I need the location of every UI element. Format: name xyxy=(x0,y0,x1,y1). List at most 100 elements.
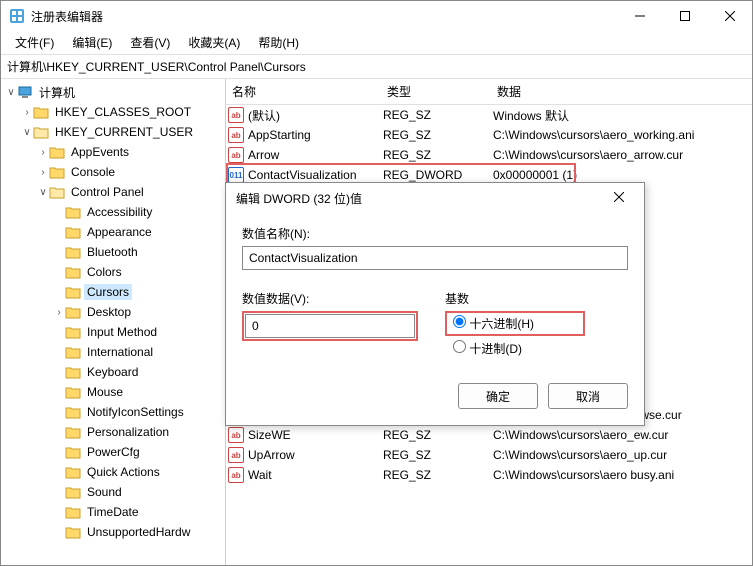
tree-item-label: Cursors xyxy=(84,284,132,300)
expand-icon[interactable]: ∨ xyxy=(21,127,33,138)
menu-file[interactable]: 文件(F) xyxy=(7,32,62,53)
tree-item-label: UnsupportedHardw xyxy=(84,524,193,540)
tree-item[interactable]: Appearance xyxy=(1,222,225,242)
tree-item[interactable]: Colors xyxy=(1,262,225,282)
tree-item-label: Control Panel xyxy=(68,184,147,200)
tree-item[interactable]: Accessibility xyxy=(1,202,225,222)
dialog-titlebar[interactable]: 编辑 DWORD (32 位)值 xyxy=(226,183,644,213)
menu-view[interactable]: 查看(V) xyxy=(122,32,178,53)
tree-item[interactable]: PowerCfg xyxy=(1,442,225,462)
value-name-label: 数值名称(N): xyxy=(242,225,628,242)
value-type-icon: 011 xyxy=(228,167,244,183)
menu-favorites[interactable]: 收藏夹(A) xyxy=(180,32,248,53)
radio-hex-input[interactable] xyxy=(453,315,466,328)
column-name[interactable]: 名称 xyxy=(226,79,381,104)
value-name: AppStarting xyxy=(248,128,311,142)
value-name-input[interactable] xyxy=(242,246,628,270)
tree-item[interactable]: Sound xyxy=(1,482,225,502)
titlebar[interactable]: 注册表编辑器 xyxy=(1,1,752,31)
menu-edit[interactable]: 编辑(E) xyxy=(64,32,120,53)
column-data[interactable]: 数据 xyxy=(491,79,752,104)
value-data: C:\Windows\cursors\aero_arrow.cur xyxy=(493,148,752,162)
tree-item[interactable]: › Console xyxy=(1,162,225,182)
radio-hex[interactable]: 十六进制(H) xyxy=(453,317,534,331)
tree-item[interactable]: › HKEY_CLASSES_ROOT xyxy=(1,102,225,122)
tree-item[interactable]: International xyxy=(1,342,225,362)
tree-item[interactable]: ∨ HKEY_CURRENT_USER xyxy=(1,122,225,142)
list-row[interactable]: ab Arrow REG_SZC:\Windows\cursors\aero_arr… xyxy=(226,145,752,165)
tree-item-label: Appearance xyxy=(84,224,155,240)
address-bar[interactable]: 计算机\HKEY_CURRENT_USER\Control Panel\Curs… xyxy=(1,55,752,79)
highlight-box-hex: 十六进制(H) xyxy=(445,311,585,336)
dialog-title: 编辑 DWORD (32 位)值 xyxy=(236,190,604,207)
tree-item[interactable]: Mouse xyxy=(1,382,225,402)
radio-dec-input[interactable] xyxy=(453,340,466,353)
app-icon xyxy=(9,8,25,24)
tree-item-label: Console xyxy=(68,164,118,180)
menu-help[interactable]: 帮助(H) xyxy=(250,32,307,53)
tree-item[interactable]: Keyboard xyxy=(1,362,225,382)
tree-item-label: Sound xyxy=(84,484,125,500)
tree-item[interactable]: ›Desktop xyxy=(1,302,225,322)
tree-item-label: Quick Actions xyxy=(84,464,163,480)
list-row[interactable]: ab(默认)REG_SZWindows 默认 xyxy=(226,105,752,125)
expand-icon[interactable]: ∨ xyxy=(5,87,17,98)
tree-item-label: HKEY_CURRENT_USER xyxy=(52,124,196,140)
dialog-close-button[interactable] xyxy=(604,191,634,205)
tree-item[interactable]: UnsupportedHardw xyxy=(1,522,225,542)
value-name: (默认) xyxy=(248,107,280,124)
expand-icon[interactable]: › xyxy=(37,167,49,178)
expand-icon[interactable]: › xyxy=(37,147,49,158)
edit-dword-dialog: 编辑 DWORD (32 位)值 数值名称(N): 数值数据(V): 基数 十六… xyxy=(225,182,645,426)
list-row[interactable]: abSizeWEREG_SZC:\Windows\cursors\aero_ew… xyxy=(226,425,752,445)
cancel-button[interactable]: 取消 xyxy=(548,383,628,409)
tree-item[interactable]: ∨计算机 xyxy=(1,82,225,102)
tree-item-label: AppEvents xyxy=(68,144,132,160)
tree-item[interactable]: ∨ Control Panel xyxy=(1,182,225,202)
tree-item[interactable]: Input Method xyxy=(1,322,225,342)
value-type-icon: ab xyxy=(228,427,244,443)
value-data: Windows 默认 xyxy=(493,107,752,124)
tree-pane[interactable]: ∨计算机 › HKEY_CLASSES_ROOT ∨ HKEY_CURRENT_USER… xyxy=(1,79,226,565)
tree-item-label: Mouse xyxy=(84,384,126,400)
list-row[interactable]: abAppStartingREG_SZC:\Windows\cursors\ae… xyxy=(226,125,752,145)
tree-item-label: Personalization xyxy=(84,424,172,440)
tree-item[interactable]: Personalization xyxy=(1,422,225,442)
expand-icon[interactable]: › xyxy=(21,107,33,118)
value-type: REG_SZ xyxy=(383,148,493,162)
tree-item-label: PowerCfg xyxy=(84,444,143,460)
tree-item-label: HKEY_CLASSES_ROOT xyxy=(52,104,194,120)
tree-item-label: Accessibility xyxy=(84,204,155,220)
value-data-label: 数值数据(V): xyxy=(242,290,425,307)
value-type: REG_DWORD xyxy=(383,168,493,182)
column-type[interactable]: 类型 xyxy=(381,79,491,104)
tree-item[interactable]: NotifyIconSettings xyxy=(1,402,225,422)
ok-button[interactable]: 确定 xyxy=(458,383,538,409)
value-data: C:\Windows\cursors\aero busy.ani xyxy=(493,468,752,482)
value-type: REG_SZ xyxy=(383,108,493,122)
minimize-button[interactable] xyxy=(617,1,662,31)
tree-item-label: Keyboard xyxy=(84,364,141,380)
radio-dec[interactable]: 十进制(D) xyxy=(453,342,522,356)
maximize-button[interactable] xyxy=(662,1,707,31)
address-text: 计算机\HKEY_CURRENT_USER\Control Panel\Curs… xyxy=(7,58,306,75)
list-header: 名称 类型 数据 xyxy=(226,79,752,105)
list-row[interactable]: abUpArrowREG_SZC:\Windows\cursors\aero_u… xyxy=(226,445,752,465)
value-type-icon: ab xyxy=(228,147,244,163)
value-data: C:\Windows\cursors\aero_working.ani xyxy=(493,128,752,142)
base-label: 基数 xyxy=(445,290,628,307)
tree-item[interactable]: TimeDate xyxy=(1,502,225,522)
close-button[interactable] xyxy=(707,1,752,31)
tree-item[interactable]: › AppEvents xyxy=(1,142,225,162)
tree-item-label: NotifyIconSettings xyxy=(84,404,187,420)
expand-icon[interactable]: ∨ xyxy=(37,187,49,198)
value-type-icon: ab xyxy=(228,447,244,463)
value-data: C:\Windows\cursors\aero_ew.cur xyxy=(493,428,752,442)
tree-item[interactable]: Cursors xyxy=(1,282,225,302)
expand-icon[interactable]: › xyxy=(53,307,65,318)
value-data-input[interactable] xyxy=(245,314,415,338)
list-row[interactable]: abWaitREG_SZC:\Windows\cursors\aero busy… xyxy=(226,465,752,485)
value-name: Arrow xyxy=(248,148,279,162)
tree-item[interactable]: Quick Actions xyxy=(1,462,225,482)
tree-item[interactable]: Bluetooth xyxy=(1,242,225,262)
